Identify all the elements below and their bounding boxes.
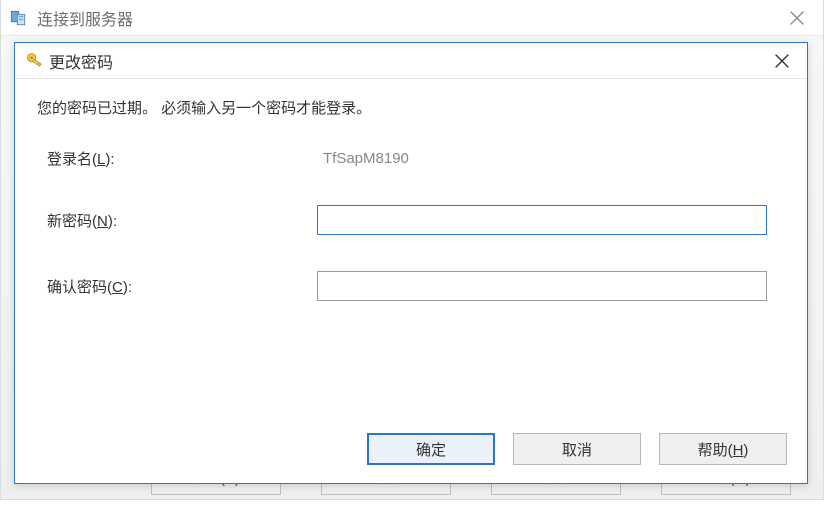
new-password-row: 新密码(N): <box>37 205 785 235</box>
key-icon <box>25 51 45 71</box>
dialog-button-row: 确定 取消 帮助(H) <box>367 433 787 465</box>
parent-titlebar: 连接到服务器 <box>1 0 823 36</box>
server-icon <box>9 9 27 27</box>
dialog-titlebar: 更改密码 <box>15 43 807 79</box>
cancel-button[interactable]: 取消 <box>513 433 641 465</box>
help-button-label: 帮助(H) <box>698 439 749 460</box>
login-name-value: TfSapM8190 <box>317 150 409 167</box>
new-password-input[interactable] <box>317 205 767 235</box>
change-password-dialog: 更改密码 您的密码已过期。 必须输入另一个密码才能登录。 登录名(L): TfS… <box>14 42 808 484</box>
password-expired-message: 您的密码已过期。 必须输入另一个密码才能登录。 <box>37 97 785 118</box>
dialog-body: 您的密码已过期。 必须输入另一个密码才能登录。 登录名(L): TfSapM81… <box>15 79 807 301</box>
ok-button-label: 确定 <box>416 439 446 460</box>
parent-window-title: 连接到服务器 <box>37 6 133 30</box>
login-row: 登录名(L): TfSapM8190 <box>37 148 785 169</box>
parent-close-button[interactable] <box>777 3 817 33</box>
help-button[interactable]: 帮助(H) <box>659 433 787 465</box>
login-label: 登录名(L): <box>37 148 317 169</box>
cancel-button-label: 取消 <box>562 439 592 460</box>
confirm-password-label: 确认密码(C): <box>37 276 317 297</box>
confirm-password-input[interactable] <box>317 271 767 301</box>
dialog-close-button[interactable] <box>763 47 801 75</box>
ok-button[interactable]: 确定 <box>367 433 495 465</box>
new-password-label: 新密码(N): <box>37 210 317 231</box>
confirm-password-row: 确认密码(C): <box>37 271 785 301</box>
dialog-title: 更改密码 <box>49 49 113 73</box>
